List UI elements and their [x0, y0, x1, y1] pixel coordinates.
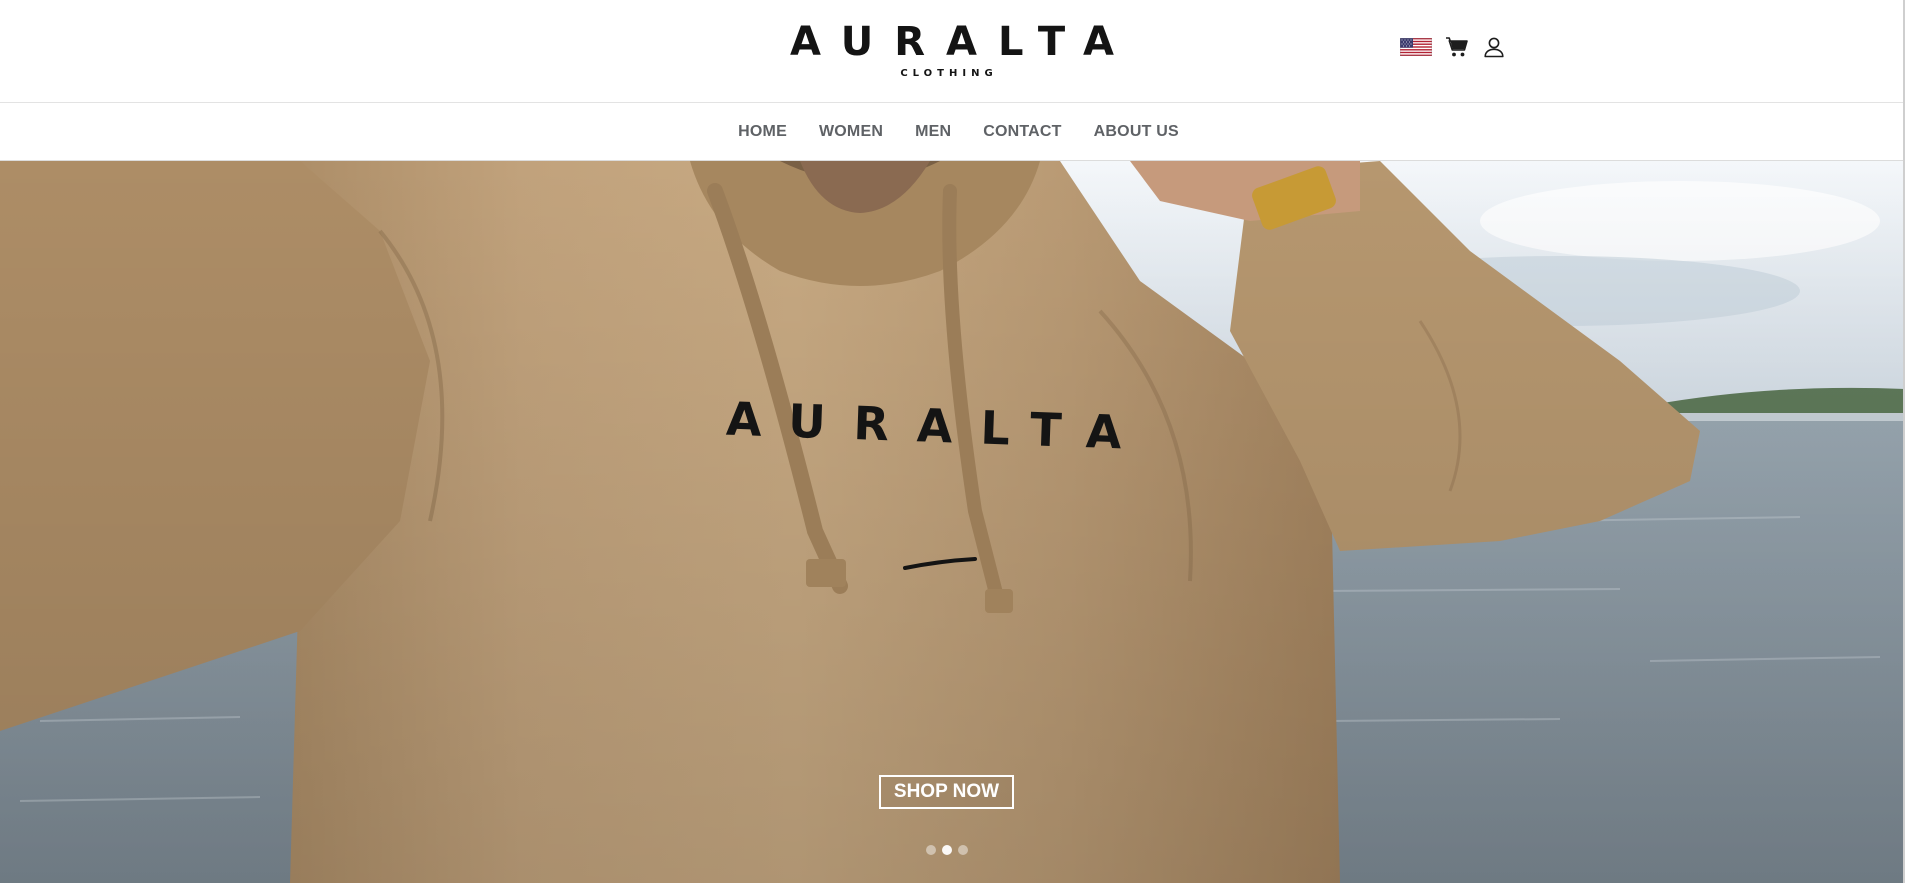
nav-item-home[interactable]: HOME — [738, 123, 787, 141]
main-nav: HOME WOMEN MEN CONTACT ABOUT US — [0, 103, 1905, 161]
nav-item-contact[interactable]: CONTACT — [983, 123, 1061, 141]
shop-now-button[interactable]: SHOP NOW — [879, 775, 1014, 809]
slider-dot-2[interactable] — [942, 845, 952, 855]
slider-dot-3[interactable] — [958, 845, 968, 855]
page: AURALTA CLOTHING HOME WOMEN MEN CONTACT … — [0, 0, 1905, 883]
us-flag-icon[interactable] — [1400, 38, 1432, 56]
site-header: AURALTA CLOTHING — [0, 0, 1905, 103]
nav-item-women[interactable]: WOMEN — [819, 123, 883, 141]
cart-icon[interactable] — [1445, 35, 1469, 59]
slider-dots — [926, 845, 968, 855]
site-logo[interactable]: AURALTA CLOTHING — [790, 18, 1114, 84]
logo-tagline: CLOTHING — [900, 68, 998, 79]
user-icon[interactable] — [1482, 35, 1506, 59]
nav-item-men[interactable]: MEN — [915, 123, 951, 141]
hero-slider: AURALTA SHOP NOW — [0, 161, 1905, 883]
slider-dot-1[interactable] — [926, 845, 936, 855]
logo-wordmark: AURALTA — [790, 19, 1135, 65]
header-icon-bar — [1400, 35, 1506, 59]
nav-item-about-us[interactable]: ABOUT US — [1094, 123, 1179, 141]
